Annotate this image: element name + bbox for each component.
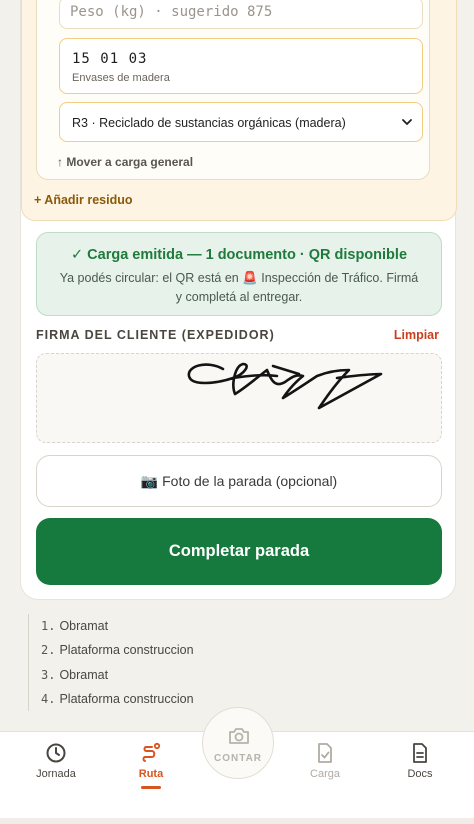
signature-label: FIRMA DEL CLIENTE (EXPEDIDOR) <box>36 328 275 342</box>
stop-name: Obramat <box>59 667 109 682</box>
clock-icon <box>46 743 66 763</box>
tab-label: Docs <box>407 768 433 780</box>
stop-number: 2. <box>41 643 56 658</box>
tab-label: Jornada <box>36 768 76 780</box>
chevron-down-icon <box>402 119 412 125</box>
tab-docs[interactable]: Docs <box>380 742 460 780</box>
tab-carga[interactable]: Carga <box>285 742 365 780</box>
active-tab-indicator <box>141 786 161 789</box>
home-indicator-strip <box>0 818 474 824</box>
route-icon <box>142 742 161 762</box>
stop-number: 4. <box>41 691 56 706</box>
list-item[interactable]: 2. Plataforma construccion <box>41 638 448 662</box>
clear-signature-button[interactable]: Limpiar <box>394 328 439 342</box>
camera-icon <box>229 728 249 744</box>
stop-card: Peso (kg) · sugerido 875 15 01 03 Envase… <box>20 0 457 600</box>
waste-item: Peso (kg) · sugerido 875 15 01 03 Envase… <box>36 0 430 180</box>
document-icon <box>413 743 427 763</box>
treatment-select[interactable]: R3 · Reciclado de sustancias orgánicas (… <box>59 102 423 142</box>
weight-input[interactable]: Peso (kg) · sugerido 875 <box>59 0 423 29</box>
waste-code-description: Envases de madera <box>72 72 170 84</box>
treatment-select-value: R3 · Reciclado de sustancias orgánicas (… <box>72 116 346 130</box>
waste-panel: Peso (kg) · sugerido 875 15 01 03 Envase… <box>21 0 457 221</box>
banner-body: Ya podés circular: el QR está en 🚨 Inspe… <box>59 271 419 304</box>
list-item[interactable]: 3. Obramat <box>41 663 448 687</box>
signature-pad[interactable] <box>36 353 442 443</box>
stop-number: 3. <box>41 667 56 682</box>
tab-ruta[interactable]: Ruta <box>111 742 191 789</box>
load-issued-banner: ✓ Carga emitida — 1 documento · QR dispo… <box>36 232 442 316</box>
stop-name: Plataforma construccion <box>59 643 194 658</box>
tab-label: Ruta <box>138 768 164 780</box>
stop-name: Plataforma construccion <box>59 691 194 706</box>
complete-stop-button[interactable]: Completar parada <box>36 518 442 585</box>
tab-jornada[interactable]: Jornada <box>16 742 96 780</box>
signature-stroke <box>187 362 383 410</box>
banner-title: ✓ Carga emitida — 1 documento · QR dispo… <box>70 247 408 263</box>
stop-photo-button[interactable]: 📷 Foto de la parada (opcional) <box>36 455 442 507</box>
add-waste-button[interactable]: + Añadir residuo <box>34 193 133 207</box>
stop-list: 1. Obramat 2. Plataforma construccion 3. Ob… <box>28 614 448 712</box>
count-camera-button[interactable]: CONTAR <box>202 707 274 779</box>
tab-label: Carga <box>310 768 340 780</box>
stop-name: Obramat <box>59 619 109 633</box>
fab-label: CONTAR <box>213 753 263 764</box>
waste-code-value: 15 01 03 <box>72 51 148 67</box>
list-item[interactable]: 1. Obramat <box>41 614 448 638</box>
stop-number: 1. <box>41 619 56 633</box>
move-to-general-load-link[interactable]: ↑ Mover a carga general <box>57 155 193 169</box>
waste-code-field[interactable]: 15 01 03 Envases de madera <box>59 38 423 94</box>
document-check-icon <box>318 743 332 763</box>
